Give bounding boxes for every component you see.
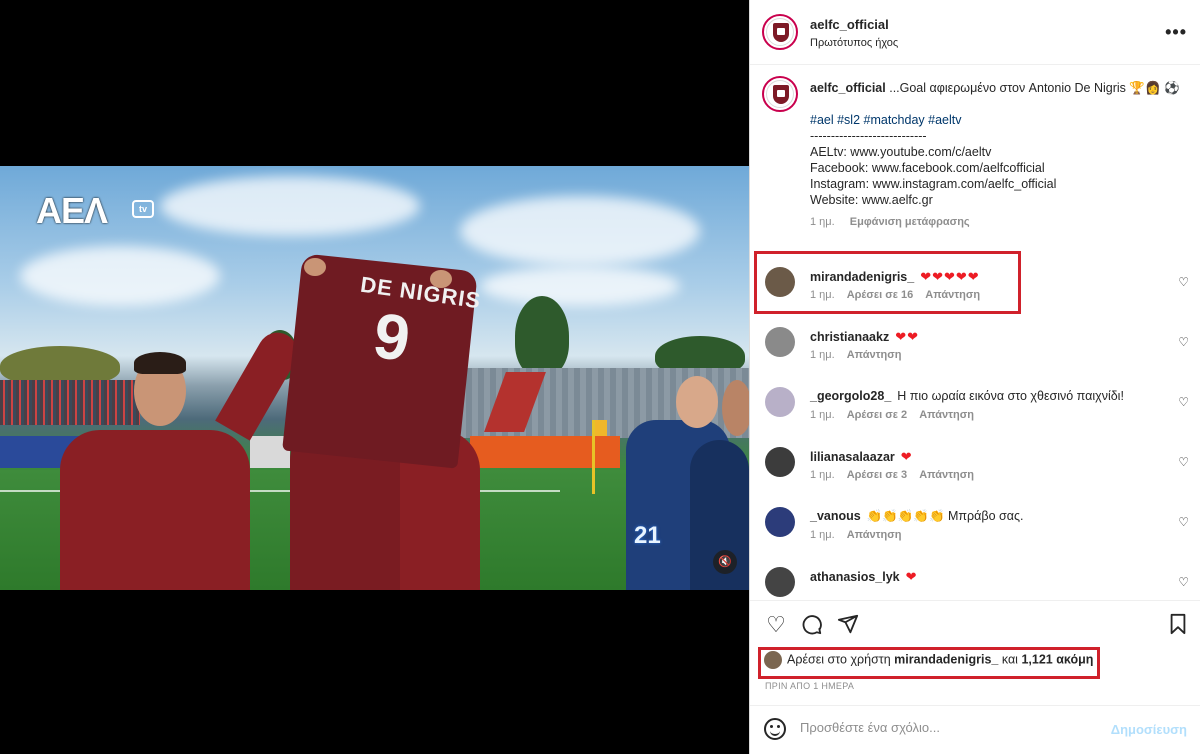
heart-icon[interactable]: ♡ — [764, 613, 788, 637]
account-avatar[interactable] — [762, 14, 798, 50]
header-username[interactable]: aelfc_official — [810, 17, 889, 32]
add-comment-bar: Δημοσίευση — [750, 705, 1200, 754]
comment-text: ❤❤ — [895, 329, 920, 344]
ael-tv-logo: tv — [132, 200, 154, 218]
hand — [430, 270, 452, 288]
instagram-post-view: DE NIGRIS 9 ΑΕΛ tv 21 🔇 aelfc_official Π… — [0, 0, 1200, 754]
ael-logo: ΑΕΛ — [36, 190, 108, 231]
caption-line: Facebook: www.facebook.com/aelfcofficial — [810, 161, 1045, 175]
muted-speaker-icon[interactable]: 🔇 — [713, 550, 737, 574]
caption-line: AELtv: www.youtube.com/c/aeltv — [810, 145, 992, 159]
commenter-avatar[interactable] — [765, 327, 795, 357]
comment-like-icon[interactable]: ♡ — [1178, 395, 1189, 409]
comment-like-icon[interactable]: ♡ — [1178, 335, 1189, 349]
comment-text: ❤ — [905, 569, 918, 584]
comment-icon[interactable] — [800, 613, 824, 637]
commenter-avatar[interactable] — [765, 567, 795, 597]
staff-head — [722, 380, 752, 436]
comment-item: _vanous 👏👏👏👏👏 Μπράβο σας. 1 ημ. Απάντηση ♡ — [750, 507, 1200, 565]
send-icon[interactable] — [836, 613, 860, 637]
broadcast-watermark: 21 — [634, 522, 661, 549]
highlight-box — [758, 647, 1100, 679]
comment-username[interactable]: _vanous — [810, 509, 861, 523]
comment-time: 1 ημ. — [810, 469, 835, 481]
comment-like-icon[interactable]: ♡ — [1178, 575, 1189, 589]
post-header: aelfc_official Πρωτότυπος ήχος ••• — [750, 0, 1200, 65]
staff-head — [676, 376, 718, 428]
post-button[interactable]: Δημοσίευση — [1111, 722, 1187, 737]
cloud — [480, 266, 680, 306]
caption-hashtags[interactable]: #ael #sl2 #matchday #aeltv — [810, 112, 1186, 128]
comment-username[interactable]: lilianasalaazar — [810, 450, 895, 464]
caption-line: Website: www.aelfc.gr — [810, 193, 933, 207]
comment-icon-svg — [802, 615, 822, 635]
comment-username[interactable]: christianaakz — [810, 330, 889, 344]
commenter-avatar[interactable] — [765, 447, 795, 477]
post-caption: aelfc_official ...Goal αφιερωμένο στον A… — [810, 80, 1186, 230]
comment-time: 1 ημ. — [810, 409, 835, 421]
audio-label[interactable]: Πρωτότυπος ήχος — [810, 37, 898, 49]
commenter-avatar[interactable] — [765, 387, 795, 417]
commenter-avatar[interactable] — [765, 507, 795, 537]
cloud — [460, 196, 700, 266]
comment-text: Η πιο ωραία εικόνα στο χθεσινό παιχνίδι! — [897, 389, 1124, 403]
crowd — [0, 380, 140, 425]
corner-flag — [595, 420, 607, 436]
tree — [515, 296, 569, 376]
comment-item: _georgolo28_ Η πιο ωραία εικόνα στο χθεσι… — [750, 387, 1200, 445]
cloud — [20, 246, 220, 306]
bookmark-icon-svg — [1170, 613, 1186, 635]
comment-likes[interactable]: Αρέσει σε 3 — [847, 469, 908, 481]
media-pane: DE NIGRIS 9 ΑΕΛ tv 21 🔇 — [0, 0, 752, 754]
caption-line: Instagram: www.instagram.com/aelfc_offic… — [810, 177, 1057, 191]
caption-username[interactable]: aelfc_official — [810, 81, 886, 95]
avatar-image — [766, 80, 794, 108]
caption-separator: ---------------------------- — [810, 129, 927, 143]
club-crest-icon — [773, 85, 789, 104]
ad-board-betsson — [470, 436, 620, 468]
post-panel: aelfc_official Πρωτότυπος ήχος ••• aelfc… — [749, 0, 1200, 754]
player-left — [60, 430, 250, 590]
comment-text: ❤ — [900, 449, 913, 464]
see-translation-link[interactable]: Εμφάνιση μετάφρασης — [850, 216, 970, 228]
reply-button[interactable]: Απάντηση — [919, 409, 974, 421]
comment-username[interactable]: _georgolo28_ — [810, 389, 891, 403]
action-bar: ♡ — [750, 600, 1200, 650]
comment-likes[interactable]: Αρέσει σε 2 — [847, 409, 908, 421]
cloud — [160, 176, 420, 236]
comment-time: 1 ημ. — [810, 529, 835, 541]
caption-time: 1 ημ. — [810, 216, 835, 228]
comment-username[interactable]: athanasios_lyk — [810, 570, 900, 584]
comment-text: 👏👏👏👏👏 Μπράβο σας. — [866, 509, 1024, 523]
send-icon-svg — [837, 614, 859, 634]
emoji-icon[interactable] — [764, 718, 786, 740]
club-crest-icon — [773, 23, 789, 42]
more-options-icon[interactable]: ••• — [1165, 22, 1187, 43]
comment-time: 1 ημ. — [810, 349, 835, 361]
hand — [304, 258, 326, 276]
highlight-box — [754, 251, 1021, 314]
player-hair — [134, 352, 186, 374]
comment-item: christianaakz ❤❤ 1 ημ. Απάντηση ♡ — [750, 327, 1200, 385]
comment-like-icon[interactable]: ♡ — [1178, 455, 1189, 469]
comment-input[interactable] — [800, 720, 1100, 735]
comment-item: athanasios_lyk ❤ ♡ — [750, 567, 1200, 599]
bookmark-icon[interactable] — [1166, 613, 1190, 637]
post-timestamp[interactable]: ΠΡΙΝ ΑΠΟ 1 ΗΜΕΡΑ — [765, 681, 854, 691]
caption-avatar[interactable] — [762, 76, 798, 112]
reply-button[interactable]: Απάντηση — [847, 529, 902, 541]
comment-item: lilianasalaazar ❤ 1 ημ. Αρέσει σε 3 Απάντησ… — [750, 447, 1200, 505]
reply-button[interactable]: Απάντηση — [919, 469, 974, 481]
comment-like-icon[interactable]: ♡ — [1178, 275, 1189, 289]
reply-button[interactable]: Απάντηση — [847, 349, 902, 361]
comment-like-icon[interactable]: ♡ — [1178, 515, 1189, 529]
caption-text: ...Goal αφιερωμένο στον Antonio De Nigri… — [889, 81, 1180, 95]
avatar-image — [766, 18, 794, 46]
